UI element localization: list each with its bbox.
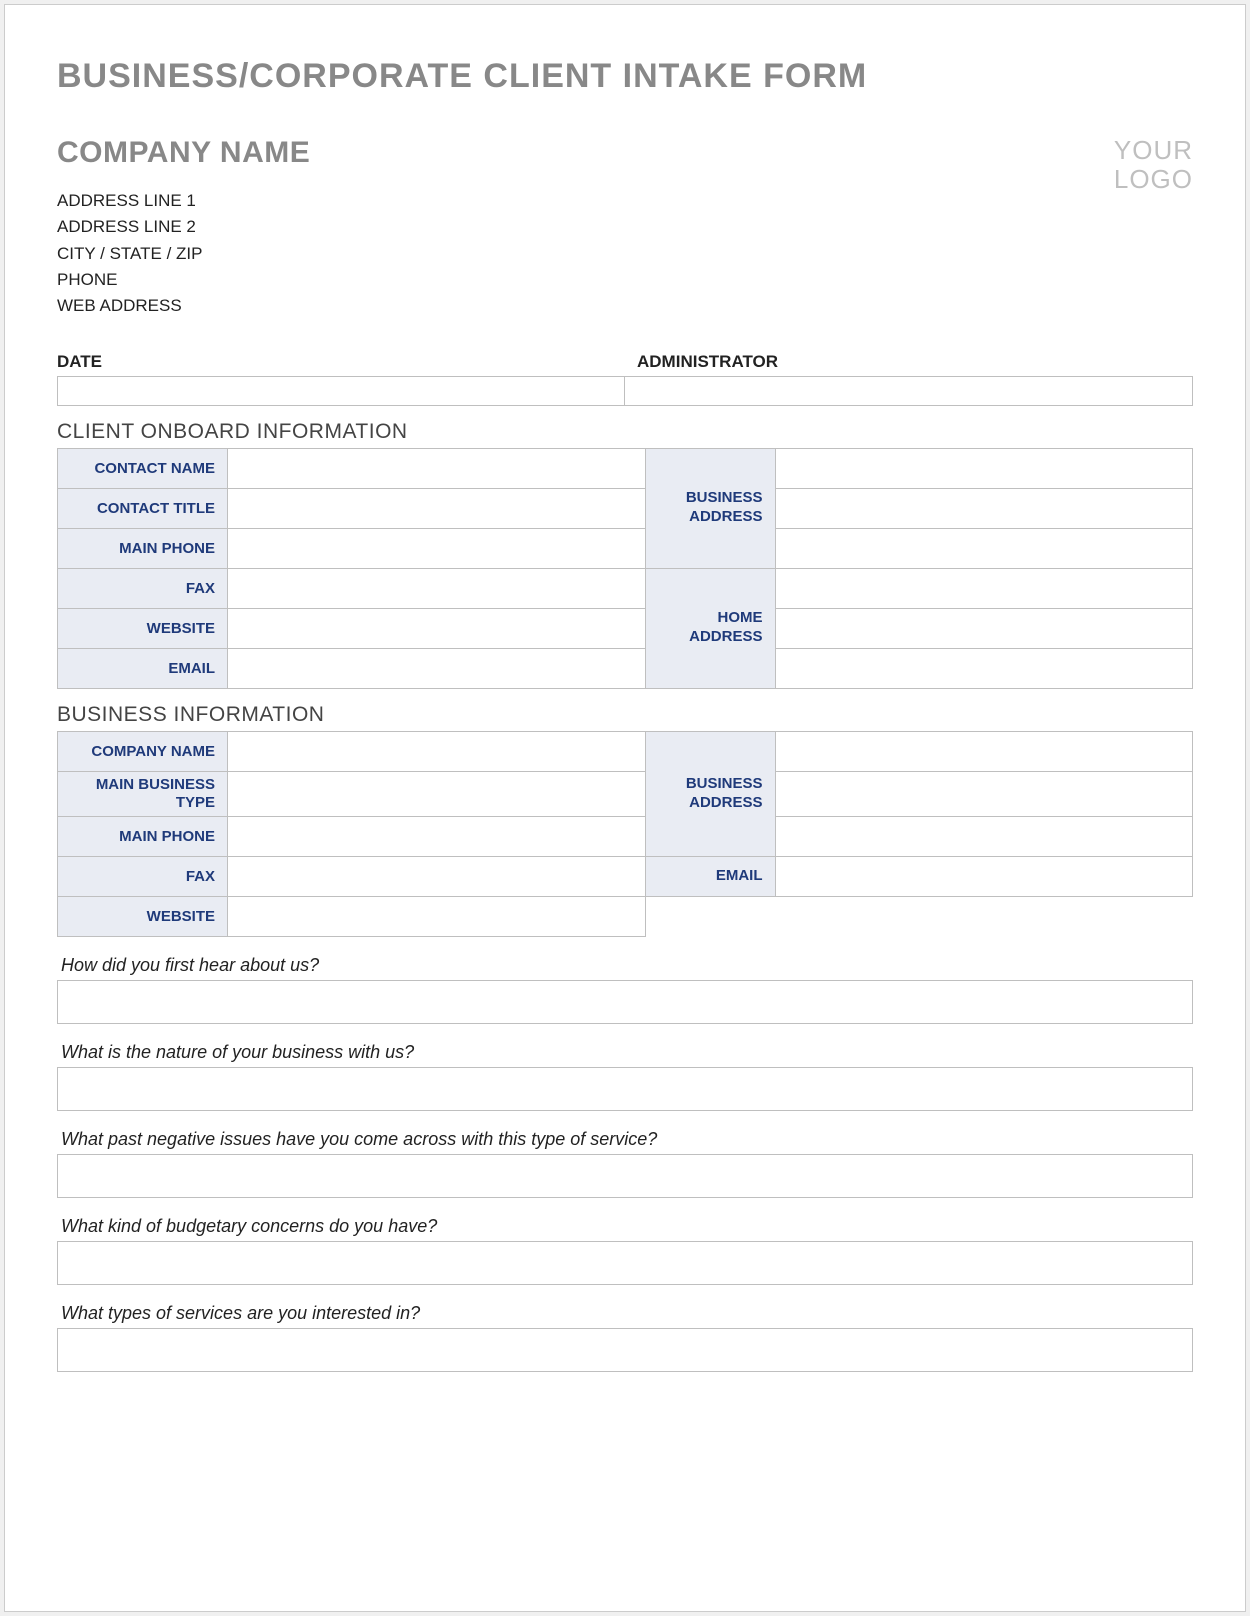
label-main-business-type: MAIN BUSINESS TYPE — [58, 771, 228, 816]
input-contact-title[interactable] — [228, 488, 646, 528]
client-onboard-table: CONTACT NAME BUSINESS ADDRESS CONTACT TI… — [57, 448, 1193, 689]
input-biz-company-name[interactable] — [228, 731, 646, 771]
label-biz-company-name: COMPANY NAME — [58, 731, 228, 771]
label-biz-main-phone: MAIN PHONE — [58, 816, 228, 856]
input-fax[interactable] — [228, 568, 646, 608]
city-state-zip: CITY / STATE / ZIP — [57, 241, 310, 267]
address-line-2: ADDRESS LINE 2 — [57, 214, 310, 240]
company-block: COMPANY NAME ADDRESS LINE 1 ADDRESS LINE… — [57, 136, 310, 338]
section-client-title: CLIENT ONBOARD INFORMATION — [57, 420, 1193, 444]
date-input[interactable] — [57, 376, 625, 406]
label-biz-business-address: BUSINESS ADDRESS — [645, 731, 775, 856]
page: BUSINESS/CORPORATE CLIENT INTAKE FORM CO… — [4, 4, 1246, 1612]
input-website[interactable] — [228, 608, 646, 648]
administrator-label: ADMINISTRATOR — [625, 352, 1193, 372]
date-admin-row: DATE ADMINISTRATOR — [57, 352, 1193, 406]
input-biz-email[interactable] — [775, 856, 1193, 896]
label-business-address: BUSINESS ADDRESS — [645, 448, 775, 568]
phone-label: PHONE — [57, 267, 310, 293]
label-fax: FAX — [58, 568, 228, 608]
input-business-address-1[interactable] — [775, 448, 1193, 488]
answer-2[interactable] — [57, 1067, 1193, 1111]
question-2: What is the nature of your business with… — [61, 1042, 1193, 1063]
input-biz-website[interactable] — [228, 896, 646, 936]
question-5: What types of services are you intereste… — [61, 1303, 1193, 1324]
label-email: EMAIL — [58, 648, 228, 688]
company-address-block: ADDRESS LINE 1 ADDRESS LINE 2 CITY / STA… — [57, 188, 310, 320]
logo-line-1: YOUR — [1114, 136, 1193, 165]
input-business-address-3[interactable] — [775, 528, 1193, 568]
input-contact-name[interactable] — [228, 448, 646, 488]
answer-1[interactable] — [57, 980, 1193, 1024]
input-email[interactable] — [228, 648, 646, 688]
header-row: COMPANY NAME ADDRESS LINE 1 ADDRESS LINE… — [57, 136, 1193, 338]
label-website: WEBSITE — [58, 608, 228, 648]
label-home-address: HOME ADDRESS — [645, 568, 775, 688]
input-main-phone[interactable] — [228, 528, 646, 568]
section-business-title: BUSINESS INFORMATION — [57, 703, 1193, 727]
label-contact-name: CONTACT NAME — [58, 448, 228, 488]
input-biz-address-3[interactable] — [775, 816, 1193, 856]
input-biz-fax[interactable] — [228, 856, 646, 896]
answer-4[interactable] — [57, 1241, 1193, 1285]
form-title: BUSINESS/CORPORATE CLIENT INTAKE FORM — [57, 57, 1193, 96]
answer-3[interactable] — [57, 1154, 1193, 1198]
answer-5[interactable] — [57, 1328, 1193, 1372]
label-biz-website: WEBSITE — [58, 896, 228, 936]
web-address-label: WEB ADDRESS — [57, 293, 310, 319]
input-biz-address-2[interactable] — [775, 771, 1193, 816]
input-business-address-2[interactable] — [775, 488, 1193, 528]
administrator-input[interactable] — [625, 376, 1193, 406]
input-biz-address-1[interactable] — [775, 731, 1193, 771]
business-info-table: COMPANY NAME BUSINESS ADDRESS MAIN BUSIN… — [57, 731, 1193, 937]
question-3: What past negative issues have you come … — [61, 1129, 1193, 1150]
input-home-address-3[interactable] — [775, 648, 1193, 688]
input-main-business-type[interactable] — [228, 771, 646, 816]
input-home-address-1[interactable] — [775, 568, 1193, 608]
empty-cell — [645, 896, 1193, 936]
label-contact-title: CONTACT TITLE — [58, 488, 228, 528]
label-biz-fax: FAX — [58, 856, 228, 896]
logo-line-2: LOGO — [1114, 165, 1193, 194]
input-biz-main-phone[interactable] — [228, 816, 646, 856]
date-label: DATE — [57, 352, 625, 372]
address-line-1: ADDRESS LINE 1 — [57, 188, 310, 214]
logo-placeholder: YOUR LOGO — [1114, 136, 1193, 193]
question-1: How did you first hear about us? — [61, 955, 1193, 976]
label-main-phone: MAIN PHONE — [58, 528, 228, 568]
label-biz-email: EMAIL — [645, 856, 775, 896]
input-home-address-2[interactable] — [775, 608, 1193, 648]
company-name-label: COMPANY NAME — [57, 136, 310, 170]
question-4: What kind of budgetary concerns do you h… — [61, 1216, 1193, 1237]
